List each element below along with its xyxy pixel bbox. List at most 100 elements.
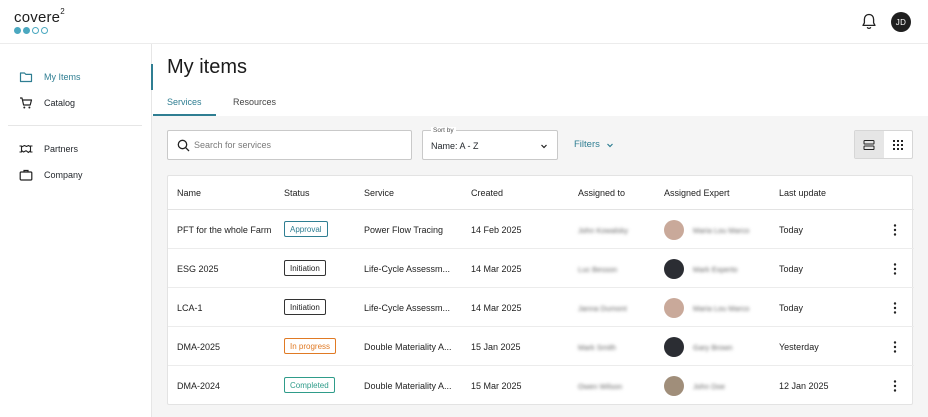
row-menu-button[interactable] xyxy=(888,340,902,354)
expert-avatar xyxy=(664,259,684,279)
row-service: Life-Cycle Assessm... xyxy=(364,303,451,313)
sort-select[interactable]: Sort by Name: A - Z xyxy=(422,127,558,160)
list-view-button[interactable] xyxy=(855,131,884,158)
expert-avatar xyxy=(664,298,684,318)
row-last-update: Today xyxy=(779,264,804,274)
row-menu-button[interactable] xyxy=(888,301,902,315)
row-menu-button[interactable] xyxy=(888,223,902,237)
content-area: Sort by Name: A - Z Filters xyxy=(152,116,928,417)
bell-icon[interactable] xyxy=(861,13,877,31)
sidebar: My Items Catalog Partners Company xyxy=(0,44,153,417)
table-row[interactable]: LCA-1 Initiation Life-Cycle Assessm... 14 M… xyxy=(168,288,914,327)
more-vertical-icon xyxy=(893,263,897,275)
row-created: 14 Feb 2025 xyxy=(471,225,522,235)
row-service: Double Materiality A... xyxy=(364,381,452,391)
row-assigned-to: Mark Smith xyxy=(578,343,616,352)
column-header-service[interactable]: Service xyxy=(364,188,394,198)
status-badge: Completed xyxy=(284,377,335,393)
table-header: Name Status Service Created Assigned to … xyxy=(168,176,914,210)
row-assigned-to: John Kowalsky xyxy=(578,226,629,235)
table-row[interactable]: DMA-2025 In progress Double Materiality A.… xyxy=(168,327,914,366)
sidebar-divider xyxy=(8,125,142,126)
grid-view-icon xyxy=(892,139,903,150)
expert-avatar xyxy=(664,220,684,240)
column-header-name[interactable]: Name xyxy=(177,188,201,198)
row-name: PFT for the whole Farm xyxy=(177,225,272,235)
more-vertical-icon xyxy=(893,302,897,314)
handshake-icon xyxy=(19,144,33,154)
search-icon xyxy=(177,139,190,152)
sidebar-item-label: Catalog xyxy=(44,98,76,108)
sidebar-item-my-items[interactable]: My Items xyxy=(0,64,153,90)
column-header-assigned-to[interactable]: Assigned to xyxy=(578,188,625,198)
logo-superscript: 2 xyxy=(60,7,65,16)
row-created: 15 Jan 2025 xyxy=(471,342,521,352)
covere-logo[interactable]: covere2 xyxy=(14,7,65,34)
column-header-last-update[interactable]: Last update xyxy=(779,188,826,198)
row-service: Power Flow Tracing xyxy=(364,225,444,235)
top-bar: covere2 JD xyxy=(0,0,928,44)
row-menu-button[interactable] xyxy=(888,262,902,276)
table-row[interactable]: DMA-2024 Completed Double Materiality A...… xyxy=(168,366,914,405)
search-box[interactable] xyxy=(167,130,412,160)
services-table: Name Status Service Created Assigned to … xyxy=(167,175,914,405)
row-assigned-to: Owen Wilson xyxy=(578,382,623,391)
sidebar-item-label: My Items xyxy=(44,72,81,82)
row-last-update: Today xyxy=(779,225,804,235)
tab-resources[interactable]: Resources xyxy=(233,92,276,116)
row-name: DMA-2025 xyxy=(177,342,221,352)
row-last-update: Yesterday xyxy=(779,342,819,352)
column-header-created[interactable]: Created xyxy=(471,188,503,198)
sidebar-item-partners[interactable]: Partners xyxy=(0,138,152,160)
more-vertical-icon xyxy=(893,224,897,236)
tab-services[interactable]: Services xyxy=(153,92,215,116)
logo-text: covere xyxy=(14,9,61,26)
row-service: Life-Cycle Assessm... xyxy=(364,264,451,274)
filters-label: Filters xyxy=(574,139,600,150)
row-last-update: Today xyxy=(779,303,804,313)
sort-caption: Sort by xyxy=(431,127,456,134)
view-toggle xyxy=(854,130,913,159)
status-badge: Initiation xyxy=(284,299,326,315)
table-row[interactable]: PFT for the whole Farm Approval Power Flow… xyxy=(168,210,914,249)
row-assigned-expert: Maria Lou Marco xyxy=(693,304,750,313)
row-assigned-expert: Maria Lou Marco xyxy=(693,226,750,235)
list-view-icon xyxy=(863,139,875,150)
tab-bar: Services Resources xyxy=(152,92,928,116)
sort-value: Name: A - Z xyxy=(431,141,479,151)
chevron-down-icon xyxy=(606,143,613,147)
row-last-update: 12 Jan 2025 xyxy=(779,381,829,391)
status-badge: Initiation xyxy=(284,260,326,276)
row-assigned-expert: Gary Brown xyxy=(693,343,733,352)
filters-button[interactable]: Filters xyxy=(574,139,614,150)
column-header-assigned-expert[interactable]: Assigned Expert xyxy=(664,188,730,198)
sidebar-item-catalog[interactable]: Catalog xyxy=(0,92,152,114)
cart-icon xyxy=(20,97,33,109)
row-assigned-expert: Mark Experto xyxy=(693,265,738,274)
row-menu-button[interactable] xyxy=(888,379,902,393)
row-created: 14 Mar 2025 xyxy=(471,303,522,313)
column-header-status[interactable]: Status xyxy=(284,188,310,198)
more-vertical-icon xyxy=(893,380,897,392)
row-assigned-to: Luc Besson xyxy=(578,265,618,274)
row-name: LCA-1 xyxy=(177,303,203,313)
status-badge: Approval xyxy=(284,221,328,237)
status-badge: In progress xyxy=(284,338,337,354)
grid-view-button[interactable] xyxy=(884,131,913,158)
chevron-down-icon xyxy=(541,144,547,149)
expert-avatar xyxy=(664,337,684,357)
folder-icon xyxy=(19,72,33,83)
logo-dots-icon xyxy=(14,27,65,34)
sidebar-item-company[interactable]: Company xyxy=(0,164,152,186)
row-name: ESG 2025 xyxy=(177,264,219,274)
sidebar-item-label: Company xyxy=(44,170,83,180)
user-avatar[interactable]: JD xyxy=(891,12,911,32)
row-service: Double Materiality A... xyxy=(364,342,452,352)
row-created: 15 Mar 2025 xyxy=(471,381,522,391)
page-title: My items xyxy=(167,56,247,78)
more-vertical-icon xyxy=(893,341,897,353)
search-input[interactable] xyxy=(194,131,404,159)
row-name: DMA-2024 xyxy=(177,381,221,391)
briefcase-icon xyxy=(19,169,33,181)
table-row[interactable]: ESG 2025 Initiation Life-Cycle Assessm... 1… xyxy=(168,249,914,288)
